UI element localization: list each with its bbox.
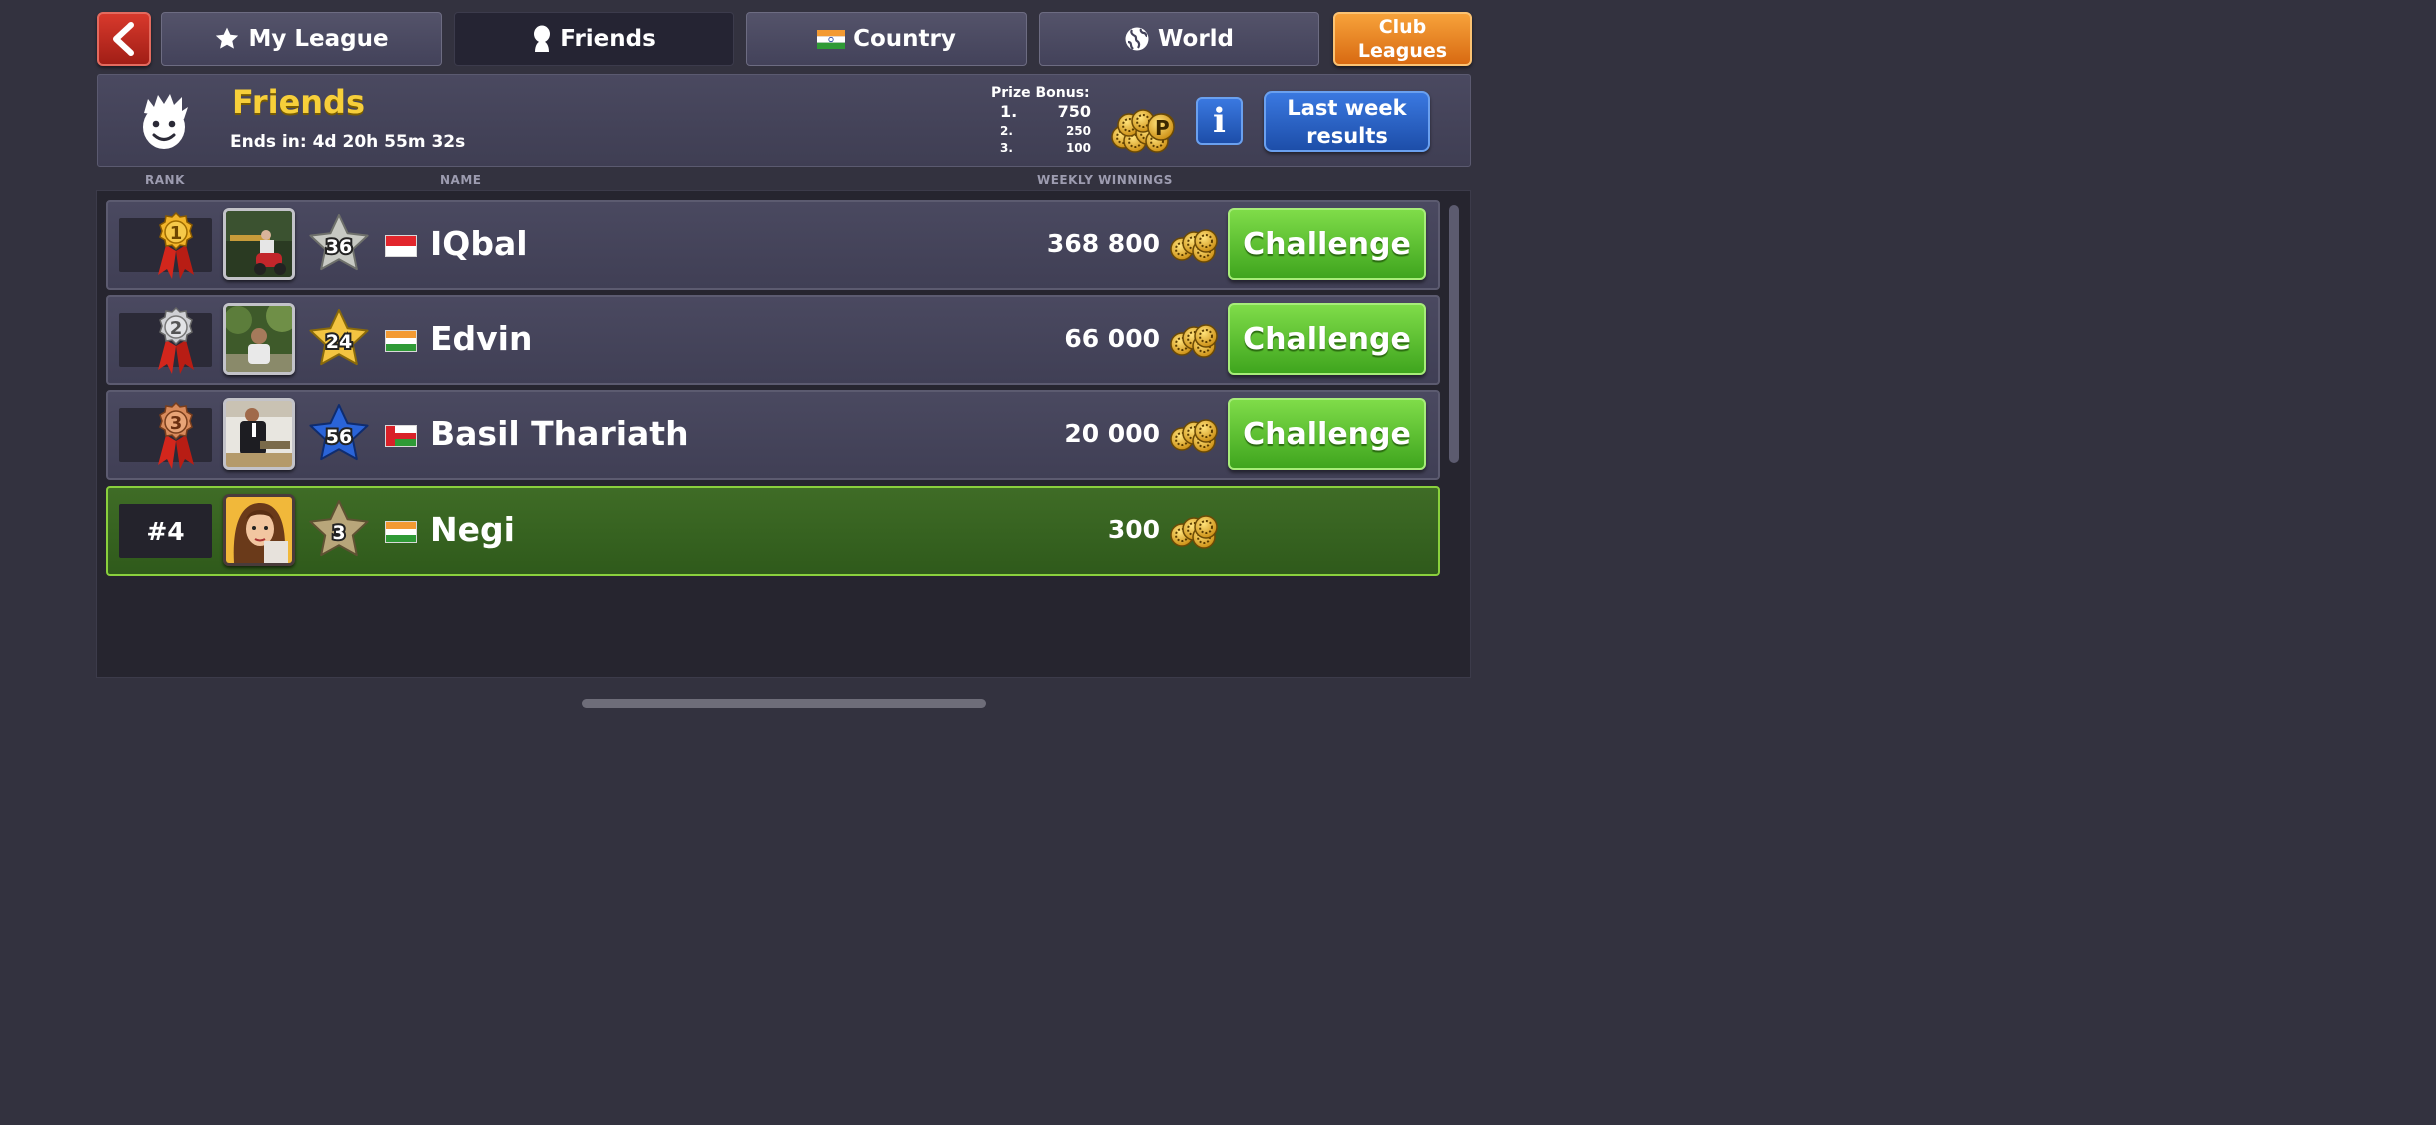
svg-text:P: P xyxy=(1155,116,1170,140)
tab-country-label: Country xyxy=(853,26,956,52)
info-icon: i xyxy=(1213,101,1226,141)
leaderboard-scrollbar[interactable] xyxy=(1449,205,1459,463)
level-number: 36 xyxy=(326,236,352,258)
oman-flag-icon xyxy=(385,425,417,447)
gold-medal-icon: 1 xyxy=(158,211,194,279)
india-flag-icon xyxy=(385,330,417,352)
back-button[interactable] xyxy=(97,12,151,66)
rank-box: 1 xyxy=(119,211,212,279)
globe-icon xyxy=(1124,26,1150,52)
india-flag-icon xyxy=(385,521,417,543)
medal-rank: 2 xyxy=(170,318,183,339)
player-name: IQbal xyxy=(430,224,528,263)
friends-face-icon xyxy=(143,94,188,149)
leaderboard-row[interactable]: 2 24 Edvin 66 000 Challenge xyxy=(106,295,1440,385)
level-number: 56 xyxy=(326,426,352,448)
club-leagues-button[interactable]: Club Leagues xyxy=(1333,12,1472,66)
prize-bonus-label: Prize Bonus: xyxy=(991,85,1090,101)
coins-icon xyxy=(1170,324,1218,358)
avatar[interactable] xyxy=(223,398,295,470)
avatar[interactable] xyxy=(223,303,295,375)
rank-number: #4 xyxy=(146,516,185,546)
avatar-photo xyxy=(226,306,292,372)
back-arrow-icon xyxy=(113,22,134,56)
indonesia-flag-icon xyxy=(385,235,417,257)
star-icon xyxy=(214,26,240,52)
column-header-name: NAME xyxy=(440,173,482,187)
tab-world[interactable]: World xyxy=(1039,12,1319,66)
tab-my-league[interactable]: My League xyxy=(161,12,442,66)
prize-row: 1. 750 xyxy=(991,102,1091,121)
person-silhouette-icon xyxy=(532,25,552,53)
column-header-rank: RANK xyxy=(145,173,185,187)
coins-icon xyxy=(1170,515,1218,549)
club-leagues-label-line1: Club xyxy=(1378,16,1427,38)
info-button[interactable]: i xyxy=(1196,97,1243,145)
prize-amount: 250 xyxy=(1065,124,1091,138)
level-star-icon: 3 xyxy=(309,500,369,557)
leaderboard-row-current-user[interactable]: #4 3 Negi 300 xyxy=(106,486,1440,576)
league-title: Friends xyxy=(232,83,365,121)
bronze-medal-icon: 3 xyxy=(158,401,194,469)
coins-icon xyxy=(1170,419,1218,453)
last-week-label-line1: Last week xyxy=(1287,95,1407,120)
coin-stack-icon: P xyxy=(1111,109,1175,153)
prize-bonus-table: Prize Bonus: 1. 750 2. 250 3. 100 xyxy=(991,85,1091,155)
tab-world-label: World xyxy=(1157,26,1235,52)
prize-rank: 1. xyxy=(1000,102,1018,121)
avatar-photo xyxy=(226,211,292,277)
rank-box: 3 xyxy=(119,401,212,469)
player-name: Negi xyxy=(430,510,515,549)
league-countdown: Ends in: 4d 20h 55m 32s xyxy=(230,132,466,152)
tab-my-league-label: My League xyxy=(248,26,389,52)
prize-row: 2. 250 xyxy=(991,124,1091,138)
tab-friends[interactable]: Friends xyxy=(454,12,734,66)
rank-box: 2 xyxy=(119,306,212,374)
prize-amount: 750 xyxy=(1057,102,1091,121)
weekly-winnings: 66 000 xyxy=(1064,324,1160,353)
medal-rank: 3 xyxy=(170,413,183,434)
weekly-winnings: 20 000 xyxy=(1064,419,1160,448)
league-header-panel: Friends Ends in: 4d 20h 55m 32s Prize Bo… xyxy=(97,74,1471,167)
prize-rank: 3. xyxy=(1000,141,1013,155)
prize-rank: 2. xyxy=(1000,124,1013,138)
level-number: 3 xyxy=(332,522,345,544)
silver-medal-icon: 2 xyxy=(158,306,194,374)
level-star-icon: 24 xyxy=(309,309,369,366)
last-week-label-line2: results xyxy=(1306,123,1388,148)
tab-country[interactable]: Country xyxy=(746,12,1027,66)
avatar-photo xyxy=(226,401,292,467)
leaderboard-row[interactable]: 3 56 Basil Thariath 20 000 Challenge xyxy=(106,390,1440,480)
home-indicator[interactable] xyxy=(582,699,986,708)
level-number: 24 xyxy=(326,331,352,353)
player-name: Edvin xyxy=(430,319,533,358)
challenge-button[interactable]: Challenge xyxy=(1228,303,1426,375)
level-star-icon: 36 xyxy=(309,214,369,271)
weekly-winnings: 300 xyxy=(1107,515,1160,544)
coins-icon xyxy=(1170,229,1218,263)
challenge-button[interactable]: Challenge xyxy=(1228,208,1426,280)
rank-box: #4 xyxy=(119,504,212,558)
prize-amount: 100 xyxy=(1065,141,1091,155)
last-week-results-button[interactable]: Last week results xyxy=(1264,91,1430,152)
tab-friends-label: Friends xyxy=(560,26,656,52)
challenge-button[interactable]: Challenge xyxy=(1228,398,1426,470)
level-star-icon: 56 xyxy=(309,404,369,461)
leaderboard-row[interactable]: 1 36 IQbal 368 800 Challenge xyxy=(106,200,1440,290)
player-name: Basil Thariath xyxy=(430,414,689,453)
avatar[interactable] xyxy=(223,494,295,566)
medal-rank: 1 xyxy=(170,223,183,244)
weekly-winnings: 368 800 xyxy=(1046,229,1160,258)
prize-row: 3. 100 xyxy=(991,141,1091,155)
club-leagues-label-line2: Leagues xyxy=(1357,40,1448,62)
column-header-weekly-winnings: WEEKLY WINNINGS xyxy=(1037,173,1173,187)
avatar-photo xyxy=(226,497,292,563)
avatar[interactable] xyxy=(223,208,295,280)
india-flag-icon xyxy=(817,29,846,49)
